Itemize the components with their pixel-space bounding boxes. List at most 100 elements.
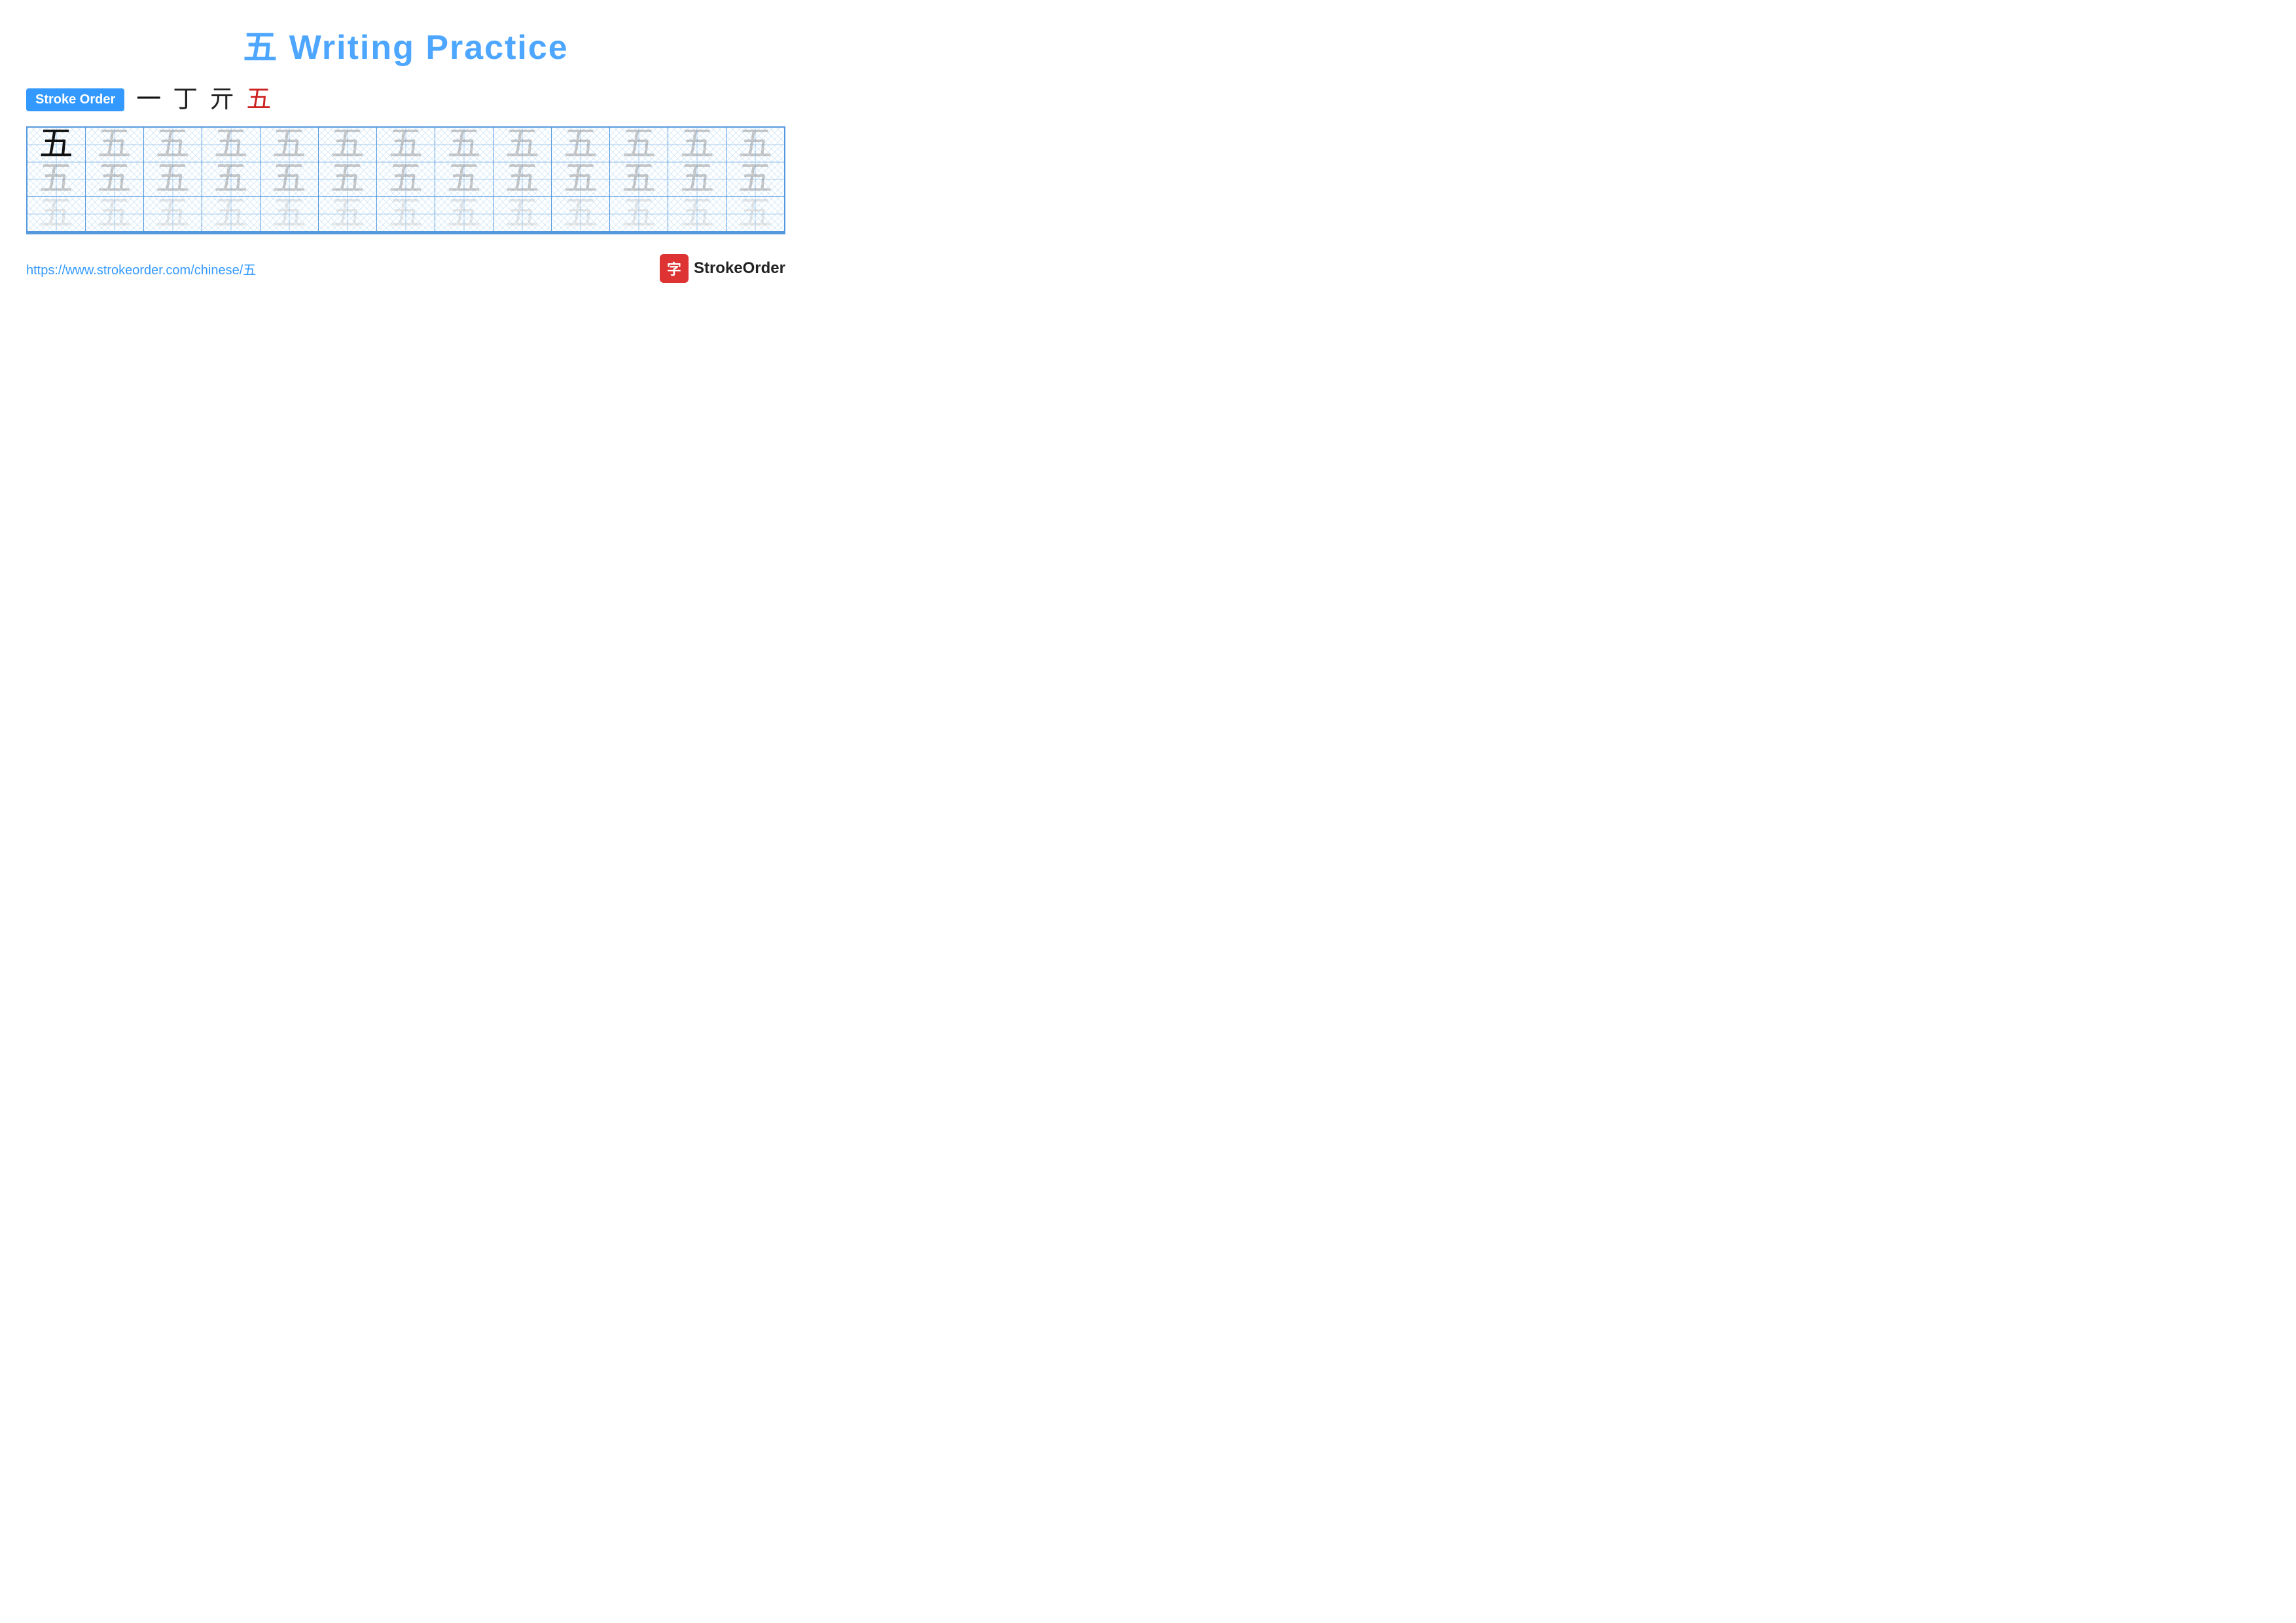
cell-character: 五: [319, 128, 376, 162]
cell-character: 五: [726, 197, 784, 231]
grid-cell: [202, 233, 260, 234]
grid-cell: 五: [610, 127, 668, 162]
footer-logo: 字 StrokeOrder: [660, 254, 785, 283]
grid-cell: 五: [85, 127, 143, 162]
table-row: [27, 233, 785, 234]
grid-cell: 五: [202, 197, 260, 232]
grid-cell: [610, 233, 668, 234]
practice-grid: 五五五五五五五五五五五五五五五五五五五五五五五五五五五五五五五五五五五五五五五: [26, 126, 785, 234]
grid-cell: 五: [726, 162, 785, 197]
cell-character: 五: [27, 162, 85, 196]
grid-cell: 五: [610, 162, 668, 197]
footer: https://www.strokeorder.com/chinese/五 字 …: [26, 254, 785, 283]
grid-cell: 五: [260, 197, 318, 232]
stroke-order-row: Stroke Order 一 丁 亓 五: [26, 87, 785, 112]
grid-cell: 五: [668, 127, 726, 162]
grid-cell: [376, 233, 435, 234]
cell-character: 五: [435, 162, 493, 196]
grid-cell: 五: [376, 162, 435, 197]
cell-character: 五: [202, 197, 260, 231]
grid-cell: 五: [202, 162, 260, 197]
cell-character: 五: [552, 128, 609, 162]
page-title: 五 Writing Practice: [26, 20, 785, 69]
grid-cell: 五: [668, 162, 726, 197]
cell-character: 五: [319, 162, 376, 196]
cell-character: 五: [552, 162, 609, 196]
grid-cell: 五: [493, 197, 552, 232]
cell-character: 五: [668, 162, 726, 196]
grid-cell: [85, 233, 143, 234]
cell-character: 五: [726, 128, 784, 162]
grid-cell: 五: [376, 127, 435, 162]
grid-cell: 五: [376, 197, 435, 232]
grid-cell: [435, 233, 493, 234]
grid-cell: [27, 233, 85, 234]
cell-character: 五: [668, 197, 726, 231]
grid-cell: 五: [552, 197, 610, 232]
grid-cell: 五: [552, 162, 610, 197]
cell-character: 五: [260, 197, 318, 231]
cell-character: 五: [435, 128, 493, 162]
cell-character: 五: [202, 128, 260, 162]
grid-cell: [143, 233, 202, 234]
cell-character: 五: [319, 197, 376, 231]
logo-icon: 字: [660, 254, 689, 283]
grid-cell: 五: [27, 127, 85, 162]
grid-cell: 五: [85, 197, 143, 232]
cell-character: 五: [86, 128, 143, 162]
cell-character: 五: [27, 128, 85, 162]
grid-cell: 五: [27, 197, 85, 232]
cell-character: 五: [610, 128, 668, 162]
table-row: 五五五五五五五五五五五五五: [27, 127, 785, 162]
grid-cell: 五: [435, 197, 493, 232]
cell-character: 五: [435, 197, 493, 231]
grid-cell: [552, 233, 610, 234]
cell-character: 五: [610, 162, 668, 196]
cell-character: 五: [260, 162, 318, 196]
cell-character: 五: [493, 128, 551, 162]
cell-character: 五: [726, 162, 784, 196]
grid-cell: 五: [318, 162, 376, 197]
cell-character: 五: [377, 128, 435, 162]
grid-cell: 五: [726, 197, 785, 232]
cell-character: 五: [260, 128, 318, 162]
grid-cell: 五: [552, 127, 610, 162]
cell-character: 五: [377, 197, 435, 231]
logo-name: StrokeOrder: [694, 259, 785, 278]
cell-character: 五: [202, 162, 260, 196]
table-row: 五五五五五五五五五五五五五: [27, 162, 785, 197]
grid-cell: 五: [668, 197, 726, 232]
stroke-order-badge: Stroke Order: [26, 88, 124, 111]
grid-cell: 五: [493, 162, 552, 197]
grid-cell: 五: [435, 162, 493, 197]
grid-cell: 五: [85, 162, 143, 197]
table-row: 五五五五五五五五五五五五五: [27, 197, 785, 232]
grid-cell: 五: [143, 127, 202, 162]
cell-character: 五: [668, 128, 726, 162]
cell-character: 五: [86, 197, 143, 231]
grid-cell: 五: [260, 162, 318, 197]
grid-cell: 五: [202, 127, 260, 162]
grid-cell: 五: [143, 162, 202, 197]
cell-character: 五: [27, 197, 85, 231]
cell-character: 五: [610, 197, 668, 231]
grid-cell: 五: [260, 127, 318, 162]
cell-character: 五: [144, 128, 202, 162]
grid-cell: [318, 233, 376, 234]
grid-cell: [668, 233, 726, 234]
grid-cell: [726, 233, 785, 234]
grid-cell: [260, 233, 318, 234]
grid-cell: 五: [318, 127, 376, 162]
cell-character: 五: [377, 162, 435, 196]
grid-cell: 五: [143, 197, 202, 232]
cell-character: 五: [144, 162, 202, 196]
cell-character: 五: [552, 197, 609, 231]
stroke-step-1: 一: [136, 87, 161, 112]
cell-character: 五: [493, 162, 551, 196]
cell-character: 五: [86, 162, 143, 196]
grid-cell: 五: [610, 197, 668, 232]
grid-cell: 五: [27, 162, 85, 197]
grid-cell: 五: [435, 127, 493, 162]
cell-character: 五: [493, 197, 551, 231]
grid-cell: 五: [726, 127, 785, 162]
